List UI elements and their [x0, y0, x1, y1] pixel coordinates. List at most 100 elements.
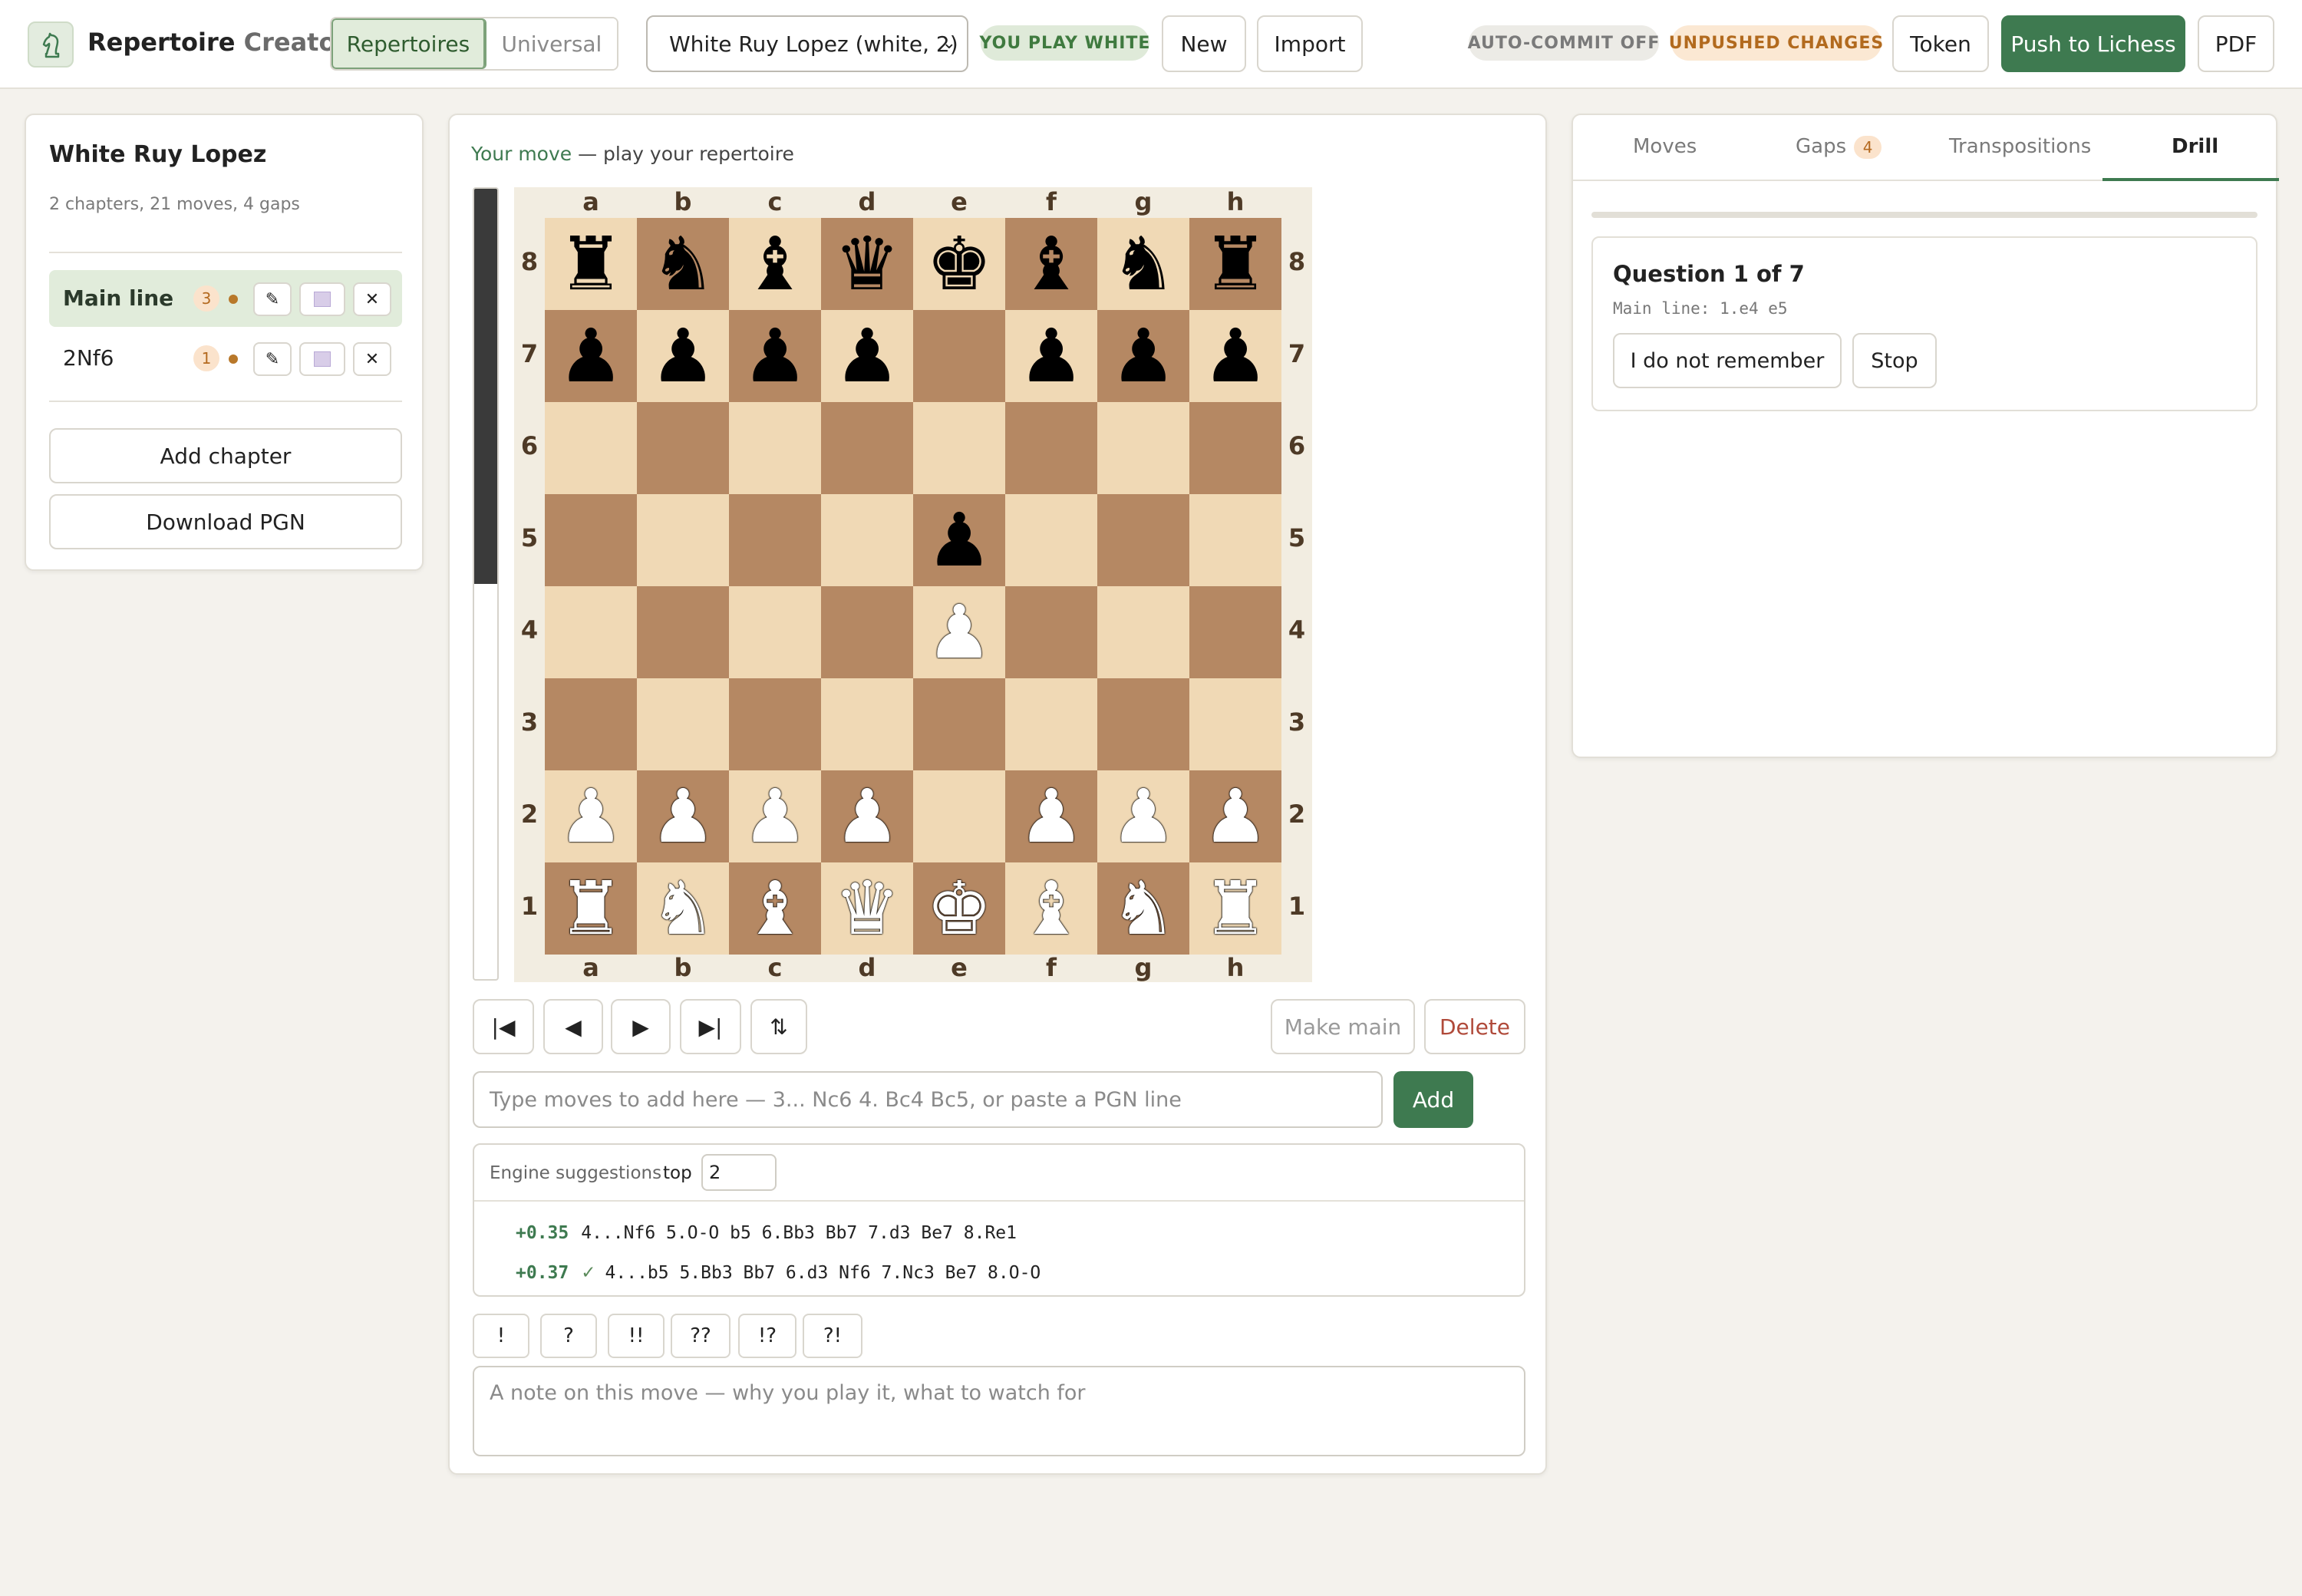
black-queen-icon[interactable]: ♛: [834, 227, 900, 301]
white-bishop-icon[interactable]: ♝: [742, 872, 808, 945]
square-c4[interactable]: [729, 586, 821, 678]
square-h3[interactable]: [1189, 678, 1281, 770]
import-button[interactable]: Import: [1257, 15, 1363, 72]
square-d2[interactable]: ♟: [821, 770, 913, 862]
token-button[interactable]: Token: [1892, 15, 1989, 72]
white-rook-icon[interactable]: ♜: [558, 872, 624, 945]
previous-move-button[interactable]: ◀: [543, 999, 603, 1054]
square-f4[interactable]: [1005, 586, 1097, 678]
edit-chapter-button[interactable]: ✎: [253, 342, 292, 376]
square-h5[interactable]: [1189, 494, 1281, 586]
square-e7[interactable]: [913, 310, 1005, 402]
white-pawn-icon[interactable]: ♟: [1110, 780, 1176, 853]
white-pawn-icon[interactable]: ♟: [650, 780, 716, 853]
white-king-icon[interactable]: ♚: [926, 872, 992, 945]
square-f5[interactable]: [1005, 494, 1097, 586]
square-b7[interactable]: ♟: [637, 310, 729, 402]
first-move-button[interactable]: |◀: [473, 999, 534, 1054]
black-pawn-icon[interactable]: ♟: [742, 319, 808, 393]
white-rook-icon[interactable]: ♜: [1202, 872, 1268, 945]
white-bishop-icon[interactable]: ♝: [1018, 872, 1084, 945]
square-c6[interactable]: [729, 402, 821, 494]
square-g6[interactable]: [1097, 402, 1189, 494]
black-pawn-icon[interactable]: ♟: [926, 503, 992, 577]
annotation-dubious-button[interactable]: ?!: [803, 1314, 862, 1358]
square-b2[interactable]: ♟: [637, 770, 729, 862]
add-moves-button[interactable]: Add: [1393, 1071, 1473, 1128]
square-e4[interactable]: ♟: [913, 586, 1005, 678]
black-pawn-icon[interactable]: ♟: [1110, 319, 1176, 393]
edit-chapter-button[interactable]: ✎: [253, 282, 292, 316]
tab-transpositions[interactable]: Transpositions: [1949, 135, 2091, 158]
black-knight-icon[interactable]: ♞: [650, 227, 716, 301]
white-pawn-icon[interactable]: ♟: [742, 780, 808, 853]
square-c2[interactable]: ♟: [729, 770, 821, 862]
square-a1[interactable]: ♜: [545, 862, 637, 955]
annotation-brilliant-button[interactable]: !!: [608, 1314, 665, 1358]
square-c8[interactable]: ♝: [729, 218, 821, 310]
black-rook-icon[interactable]: ♜: [1202, 227, 1268, 301]
black-pawn-icon[interactable]: ♟: [834, 319, 900, 393]
square-h4[interactable]: [1189, 586, 1281, 678]
repertoire-select[interactable]: White Ruy Lopez (white, 2) ⌄: [646, 15, 968, 72]
black-pawn-icon[interactable]: ♟: [1018, 319, 1084, 393]
chapter-item-2nf6[interactable]: 2Nf6 1 ✎ ✕: [49, 330, 402, 387]
square-d8[interactable]: ♛: [821, 218, 913, 310]
add-chapter-button[interactable]: Add chapter: [49, 428, 402, 483]
square-f8[interactable]: ♝: [1005, 218, 1097, 310]
tab-moves[interactable]: Moves: [1633, 135, 1697, 158]
engine-line[interactable]: +0.37 ✓ 4...b5 5.Bb3 Bb7 6.d3 Nf6 7.Nc3 Be…: [516, 1263, 1041, 1283]
square-d5[interactable]: [821, 494, 913, 586]
black-bishop-icon[interactable]: ♝: [1018, 227, 1084, 301]
pdf-button[interactable]: PDF: [2198, 15, 2274, 72]
square-e1[interactable]: ♚: [913, 862, 1005, 955]
white-pawn-icon[interactable]: ♟: [558, 780, 624, 853]
make-main-button[interactable]: Make main: [1271, 999, 1415, 1054]
annotation-blunder-button[interactable]: ??: [671, 1314, 731, 1358]
square-e2[interactable]: [913, 770, 1005, 862]
square-a4[interactable]: [545, 586, 637, 678]
last-move-button[interactable]: ▶|: [680, 999, 741, 1054]
annotation-good-button[interactable]: !: [473, 1314, 529, 1358]
square-c1[interactable]: ♝: [729, 862, 821, 955]
square-a6[interactable]: [545, 402, 637, 494]
chapter-color-button[interactable]: [299, 342, 345, 376]
tab-gaps[interactable]: Gaps 4: [1796, 135, 1882, 159]
square-b4[interactable]: [637, 586, 729, 678]
square-d7[interactable]: ♟: [821, 310, 913, 402]
square-g5[interactable]: [1097, 494, 1189, 586]
square-a2[interactable]: ♟: [545, 770, 637, 862]
square-e8[interactable]: ♚: [913, 218, 1005, 310]
tab-repertoires[interactable]: Repertoires: [331, 18, 486, 69]
square-b1[interactable]: ♞: [637, 862, 729, 955]
annotation-interesting-button[interactable]: !?: [738, 1314, 796, 1358]
white-knight-icon[interactable]: ♞: [1110, 872, 1176, 945]
square-h8[interactable]: ♜: [1189, 218, 1281, 310]
stop-drill-button[interactable]: Stop: [1852, 333, 1937, 388]
square-g2[interactable]: ♟: [1097, 770, 1189, 862]
white-queen-icon[interactable]: ♛: [834, 872, 900, 945]
square-f7[interactable]: ♟: [1005, 310, 1097, 402]
square-a5[interactable]: [545, 494, 637, 586]
square-a7[interactable]: ♟: [545, 310, 637, 402]
white-pawn-icon[interactable]: ♟: [1018, 780, 1084, 853]
square-e6[interactable]: [913, 402, 1005, 494]
square-b8[interactable]: ♞: [637, 218, 729, 310]
square-e3[interactable]: [913, 678, 1005, 770]
square-b5[interactable]: [637, 494, 729, 586]
square-h6[interactable]: [1189, 402, 1281, 494]
square-h1[interactable]: ♜: [1189, 862, 1281, 955]
black-king-icon[interactable]: ♚: [926, 227, 992, 301]
square-g8[interactable]: ♞: [1097, 218, 1189, 310]
square-d1[interactable]: ♛: [821, 862, 913, 955]
black-pawn-icon[interactable]: ♟: [1202, 319, 1268, 393]
square-e5[interactable]: ♟: [913, 494, 1005, 586]
square-h7[interactable]: ♟: [1189, 310, 1281, 402]
square-d4[interactable]: [821, 586, 913, 678]
engine-top-count-input[interactable]: 2: [701, 1154, 777, 1191]
engine-line[interactable]: +0.35 4...Nf6 5.O-O b5 6.Bb3 Bb7 7.d3 Be7…: [516, 1223, 1017, 1243]
chapter-color-button[interactable]: [299, 282, 345, 316]
push-to-lichess-button[interactable]: Push to Lichess: [2001, 15, 2185, 72]
chessboard[interactable]: ♜ ♞ ♝ ♛ ♚ ♝ ♞ ♜ ♟ ♟ ♟ ♟ ♟ ♟ ♟ ♟ ♟ ♟ ♟ ♟ ♟ ♟ ♟ ♟ ♜ ♞ ♝ ♛ ♚ ♝ ♞ ♜: [545, 218, 1281, 955]
black-pawn-icon[interactable]: ♟: [650, 319, 716, 393]
